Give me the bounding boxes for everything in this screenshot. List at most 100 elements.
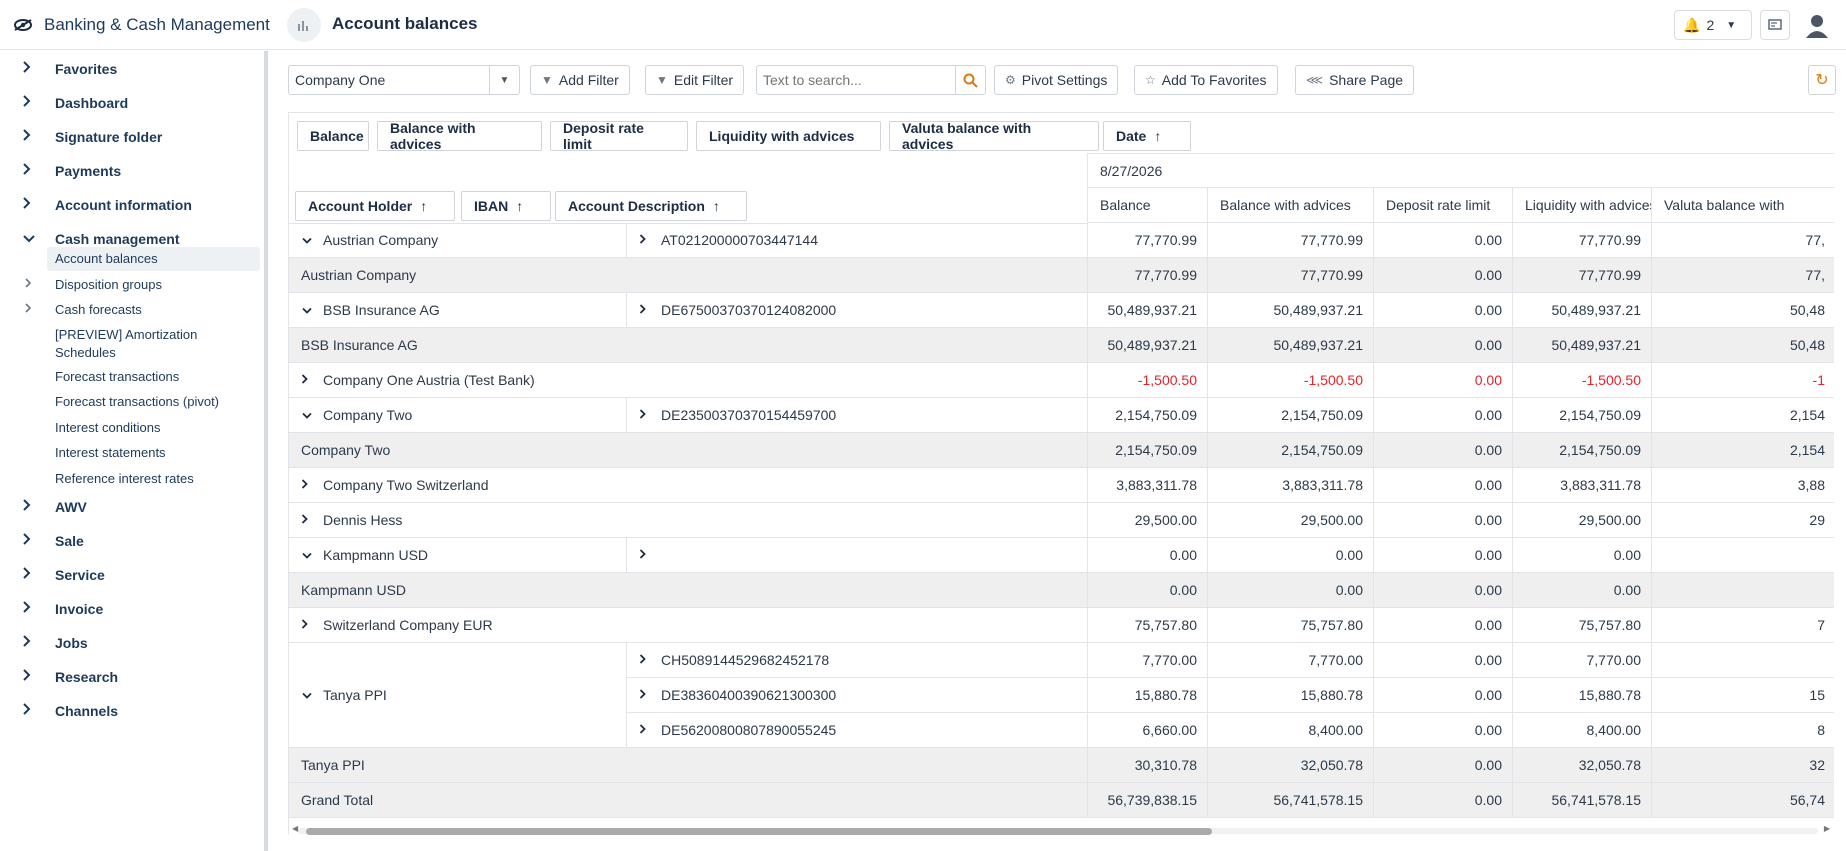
sidebar-item-dashboard[interactable]: Dashboard: [0, 85, 264, 121]
sidebar-item-account-information[interactable]: Account information: [0, 187, 264, 223]
scroll-right-icon[interactable]: ▶: [1824, 824, 1830, 833]
chevron-right-icon[interactable]: [639, 653, 661, 668]
sidebar-subitem[interactable]: [PREVIEW] Amortization Schedules: [47, 324, 260, 364]
chevron-right-icon[interactable]: [639, 688, 661, 703]
value-cell: 77,770.99: [1512, 258, 1651, 293]
row-holder-label: Switzerland Company EUR: [323, 617, 493, 633]
sidebar-item-awv[interactable]: AWV: [0, 489, 264, 525]
refresh-button[interactable]: ↻: [1808, 65, 1836, 95]
chevron-down-icon[interactable]: [301, 408, 323, 423]
sidebar-item-service[interactable]: Service: [0, 557, 264, 593]
sidebar-subitem[interactable]: Reference interest rates: [47, 467, 260, 491]
data-field-2[interactable]: Deposit rate limit: [550, 120, 688, 152]
row-iban[interactable]: DE38360400390621300300: [627, 678, 1087, 713]
add-to-favorites-button[interactable]: ☆ Add To Favorites: [1134, 65, 1278, 95]
chevron-right-icon[interactable]: [301, 513, 323, 528]
value-cell: 8,400.00: [1512, 713, 1651, 748]
sidebar-subitem[interactable]: Interest statements: [47, 441, 260, 465]
sidebar-item-favorites[interactable]: Favorites: [0, 51, 264, 87]
company-select[interactable]: Company One ▼: [288, 65, 520, 95]
value-cell: 2,154: [1651, 433, 1834, 468]
sidebar-item-jobs[interactable]: Jobs: [0, 625, 264, 661]
chevron-right-icon[interactable]: [301, 478, 323, 493]
app-title[interactable]: Banking & Cash Management: [44, 15, 270, 35]
value-cell: 77,770.99: [1087, 223, 1207, 258]
search-icon[interactable]: [955, 66, 985, 94]
row-holder[interactable]: Austrian Company: [289, 223, 627, 258]
chevron-right-icon: [22, 600, 32, 618]
data-field-0[interactable]: Balance: [297, 121, 369, 151]
value-cell: 56,739,838.15: [1087, 783, 1207, 818]
messages-button[interactable]: [1760, 10, 1790, 40]
row-iban-label: DE56200800807890055245: [661, 722, 837, 738]
chevron-down-icon[interactable]: [301, 548, 323, 563]
row-iban[interactable]: DE67500370370124082000: [627, 293, 1087, 328]
value-cell: 15: [1651, 678, 1834, 713]
chevron-right-icon[interactable]: [24, 302, 32, 317]
edit-filter-button[interactable]: ▼ Edit Filter: [645, 65, 745, 95]
chevron-right-icon[interactable]: [301, 373, 323, 388]
column-field-date[interactable]: Date ↑: [1103, 121, 1191, 151]
sidebar-item-invoice[interactable]: Invoice: [0, 591, 264, 627]
chevron-down-icon[interactable]: [301, 688, 323, 703]
row-iban[interactable]: [627, 538, 1087, 573]
row-holder[interactable]: Company Two: [289, 398, 627, 433]
sidebar-subitem[interactable]: Forecast transactions: [47, 365, 260, 389]
chevron-down-icon[interactable]: ▼: [489, 66, 519, 94]
add-filter-label: Add Filter: [558, 72, 619, 88]
row-holder[interactable]: Dennis Hess: [289, 503, 1087, 538]
chevron-right-icon[interactable]: [639, 408, 661, 423]
row-iban[interactable]: CH5089144529682452178: [627, 643, 1087, 678]
user-avatar-icon[interactable]: [1804, 12, 1830, 38]
search-input[interactable]: [757, 67, 953, 93]
share-page-button[interactable]: ⋘ Share Page: [1295, 65, 1415, 95]
sidebar-item-payments[interactable]: Payments: [0, 153, 264, 189]
sidebar-item-signature-folder[interactable]: Signature folder: [0, 119, 264, 155]
row-field-1[interactable]: IBAN ↑: [461, 191, 551, 221]
row-holder-label: Dennis Hess: [323, 512, 403, 528]
data-field-3[interactable]: Liquidity with advices: [696, 121, 881, 151]
data-field-4[interactable]: Valuta balance with advices: [889, 120, 1099, 152]
row-holder[interactable]: BSB Insurance AG: [289, 293, 627, 328]
refresh-icon: ↻: [1815, 72, 1829, 89]
chevron-right-icon[interactable]: [639, 303, 661, 318]
row-holder[interactable]: Switzerland Company EUR: [289, 608, 1087, 643]
row-holder[interactable]: Kampmann USD: [289, 538, 627, 573]
row-iban[interactable]: AT021200000703447144: [627, 223, 1087, 258]
horizontal-scrollbar[interactable]: ◀ ▶: [288, 824, 1834, 836]
sidebar-item-channels[interactable]: Channels: [0, 693, 264, 729]
data-field-1[interactable]: Balance with advices: [377, 120, 542, 152]
app-logo-icon[interactable]: [12, 16, 32, 34]
sidebar-item-label: Service: [55, 567, 105, 583]
chevron-right-icon[interactable]: [639, 233, 661, 248]
sidebar-subitem[interactable]: Cash forecasts: [47, 298, 260, 322]
chevron-right-icon[interactable]: [301, 618, 323, 633]
notifications-button[interactable]: 🔔 2 ▼: [1674, 10, 1752, 40]
add-filter-button[interactable]: ▼ Add Filter: [530, 65, 630, 95]
row-holder[interactable]: Company Two Switzerland: [289, 468, 1087, 503]
sidebar-item-research[interactable]: Research: [0, 659, 264, 695]
sidebar-item-sale[interactable]: Sale: [0, 523, 264, 559]
chevron-down-icon[interactable]: [301, 303, 323, 318]
scroll-left-icon[interactable]: ◀: [292, 824, 298, 833]
row-holder[interactable]: Tanya PPI: [289, 643, 627, 748]
sidebar-subitem[interactable]: Interest conditions: [47, 416, 260, 440]
row-field-0[interactable]: Account Holder ↑: [295, 191, 455, 221]
row-holder[interactable]: Company One Austria (Test Bank): [289, 363, 1087, 398]
row-iban[interactable]: DE23500370370154459700: [627, 398, 1087, 433]
chevron-right-icon[interactable]: [639, 723, 661, 738]
pivot-settings-button[interactable]: ⚙ Pivot Settings: [994, 65, 1119, 95]
row-iban[interactable]: DE56200800807890055245: [627, 713, 1087, 748]
sidebar-subitem[interactable]: Disposition groups: [47, 273, 260, 297]
chevron-right-icon[interactable]: [639, 548, 661, 563]
chevron-right-icon: [22, 702, 32, 720]
scrollbar-thumb[interactable]: [306, 828, 1212, 835]
column-header: Balance with advices: [1207, 188, 1373, 223]
chevron-down-icon[interactable]: [301, 233, 323, 248]
sidebar-subitem[interactable]: Account balances: [47, 247, 260, 271]
sidebar-subitem[interactable]: Forecast transactions (pivot): [47, 390, 260, 414]
chart-icon[interactable]: [287, 8, 321, 42]
row-field-2[interactable]: Account Description ↑: [555, 191, 747, 221]
value-cell: 77,: [1651, 223, 1834, 258]
chevron-right-icon[interactable]: [24, 277, 32, 292]
